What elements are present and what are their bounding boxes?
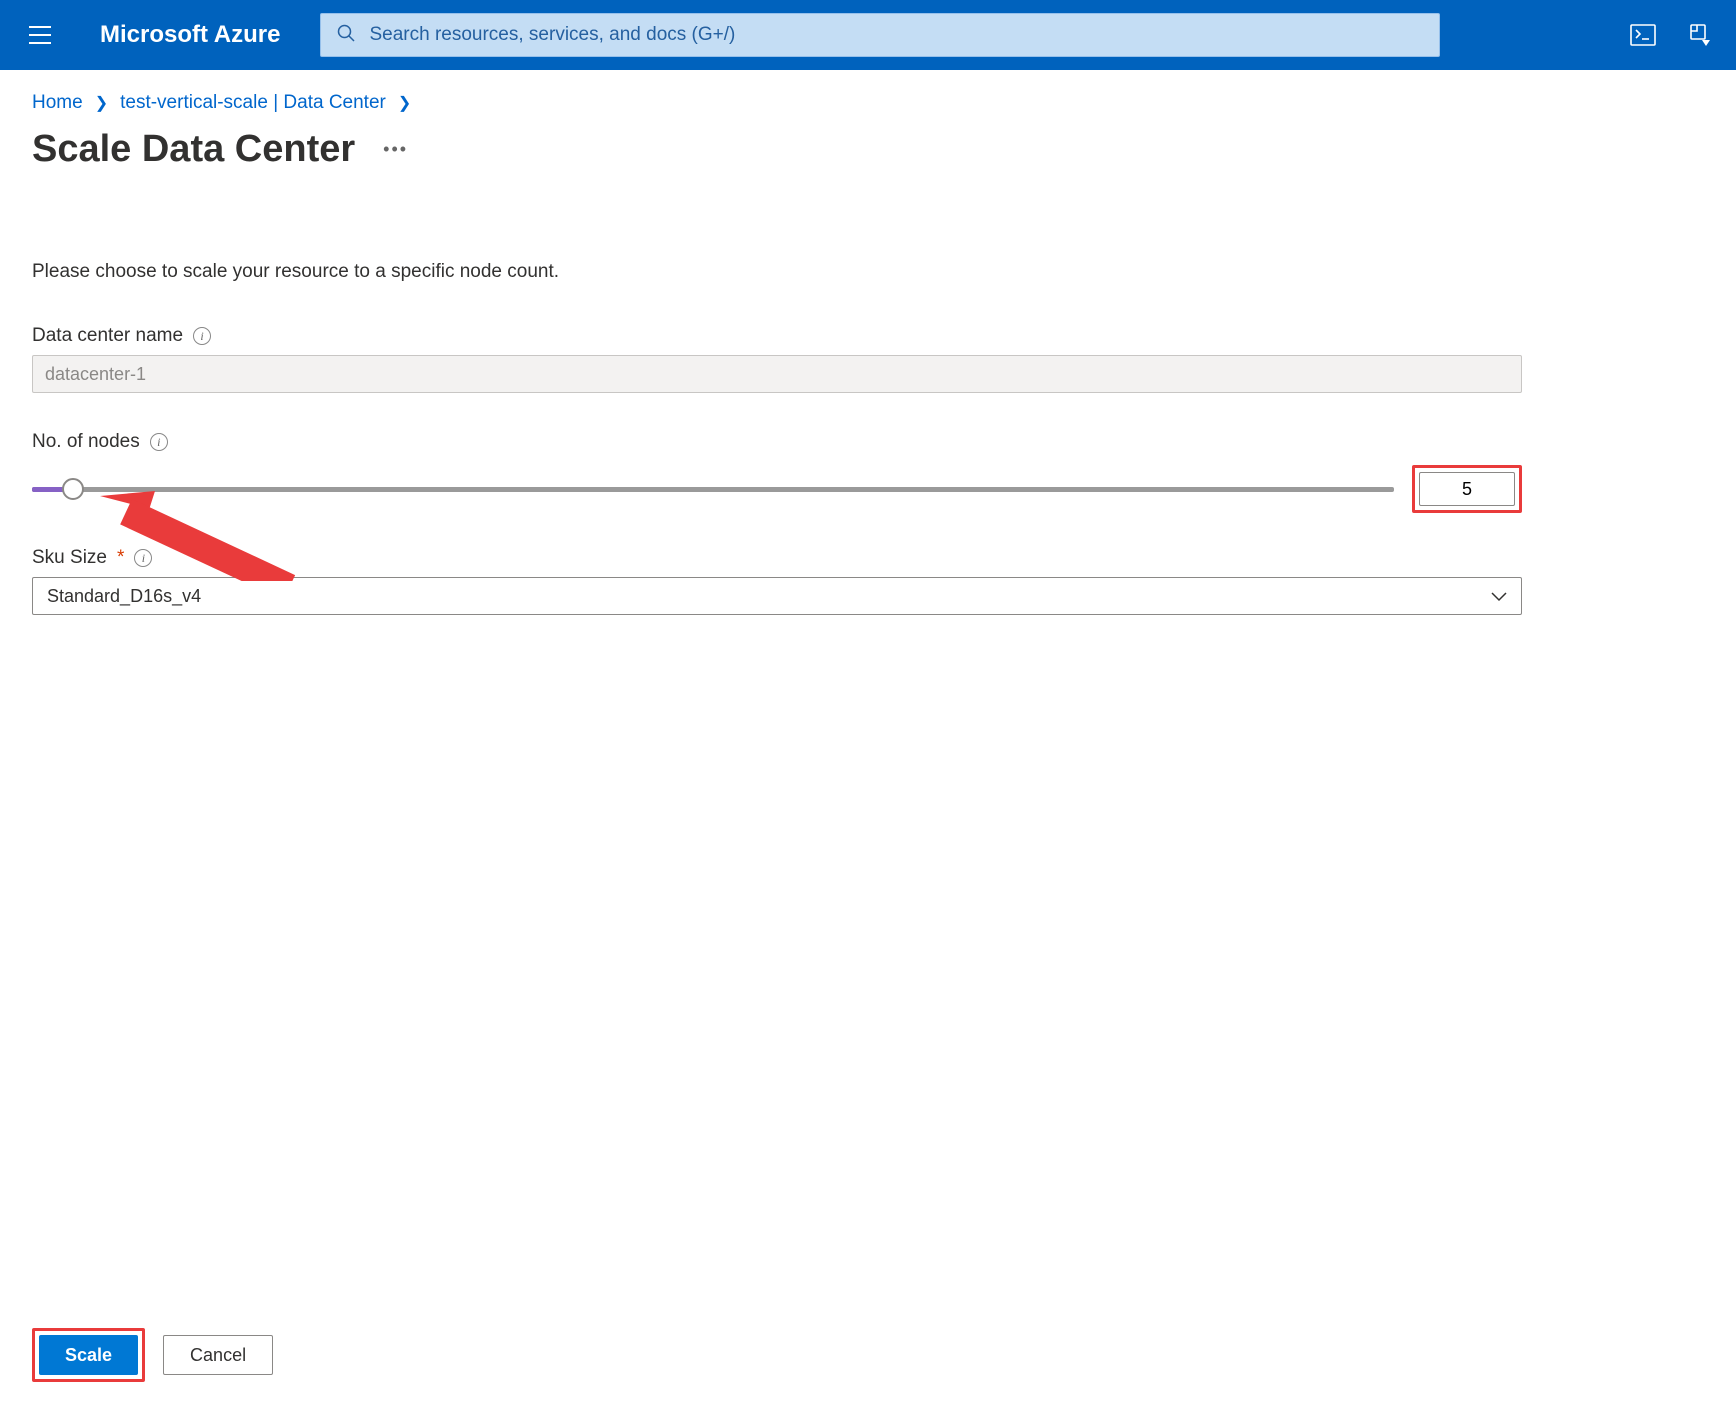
breadcrumb-home[interactable]: Home (32, 92, 83, 114)
annotation-highlight: Scale (32, 1328, 145, 1382)
annotation-highlight (1412, 465, 1522, 513)
hamburger-menu-icon[interactable] (20, 15, 60, 55)
nodes-slider[interactable] (32, 479, 1394, 499)
chevron-right-icon: ❯ (398, 93, 411, 113)
datacenter-name-input (32, 355, 1522, 393)
search-input[interactable] (367, 23, 1423, 47)
chevron-right-icon: ❯ (95, 93, 108, 113)
more-actions-icon[interactable]: ••• (383, 139, 408, 160)
search-icon (337, 24, 355, 47)
datacenter-name-label: Data center name (32, 325, 183, 347)
chevron-down-icon (1491, 586, 1507, 607)
info-icon[interactable]: i (150, 433, 168, 451)
brand-logo[interactable]: Microsoft Azure (100, 21, 280, 49)
info-icon[interactable]: i (193, 327, 211, 345)
breadcrumb: Home ❯ test-vertical-scale | Data Center… (32, 92, 1704, 114)
required-asterisk: * (117, 547, 124, 569)
directories-filter-icon[interactable] (1686, 20, 1716, 50)
sku-size-value: Standard_D16s_v4 (47, 586, 201, 607)
scale-button[interactable]: Scale (39, 1335, 138, 1375)
footer-actions: Scale Cancel (32, 1306, 1704, 1412)
sku-size-dropdown[interactable]: Standard_D16s_v4 (32, 577, 1522, 615)
cloud-shell-icon[interactable] (1628, 20, 1658, 50)
info-icon[interactable]: i (134, 549, 152, 567)
slider-track (32, 487, 1394, 492)
top-bar: Microsoft Azure (0, 0, 1736, 70)
breadcrumb-resource[interactable]: test-vertical-scale | Data Center (120, 92, 386, 114)
cancel-button[interactable]: Cancel (163, 1335, 273, 1375)
nodes-label: No. of nodes (32, 431, 140, 453)
nodes-value-input[interactable] (1419, 472, 1515, 506)
sku-size-label: Sku Size (32, 547, 107, 569)
page-title: Scale Data Center (32, 128, 355, 171)
slider-thumb[interactable] (62, 478, 84, 500)
global-search[interactable] (320, 13, 1440, 57)
page-description: Please choose to scale your resource to … (32, 261, 1704, 283)
